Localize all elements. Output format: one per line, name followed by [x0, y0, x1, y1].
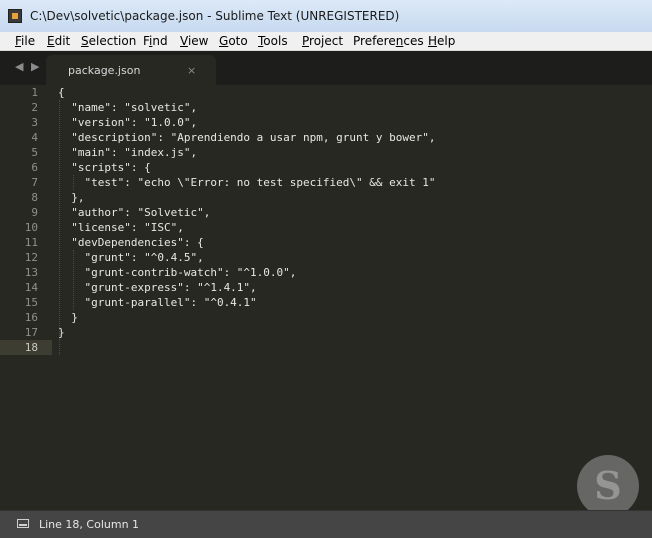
menu-view[interactable]: View — [180, 32, 208, 50]
line-number: 12 — [24, 251, 38, 264]
cursor-position-status: Line 18, Column 1 — [39, 518, 140, 531]
tab-bar: ◀ ▶ package.json × — [0, 51, 652, 85]
code-line: "grunt": "^0.4.5", — [58, 251, 204, 264]
line-number: 7 — [31, 176, 38, 189]
tab-package-json[interactable]: package.json × — [46, 55, 216, 85]
solvetic-logo-letter: S — [594, 463, 622, 508]
tab-nav-right-icon[interactable]: ▶ — [31, 60, 39, 73]
title-bar: C:\Dev\solvetic\package.json - Sublime T… — [0, 0, 652, 33]
line-number: 13 — [24, 266, 38, 279]
menu-preferences[interactable]: Preferences — [353, 32, 424, 50]
indent-guide — [59, 340, 60, 355]
code-line: "devDependencies": { — [58, 236, 204, 249]
line-number: 15 — [24, 296, 38, 309]
code-line: } — [58, 326, 65, 339]
line-number: 5 — [31, 146, 38, 159]
line-number-gutter: 1 2 3 4 5 6 7 8 9 10 11 12 13 14 15 16 1… — [0, 85, 52, 510]
line-number-current: 18 — [24, 341, 38, 354]
line-number: 1 — [31, 86, 38, 99]
window-title: C:\Dev\solvetic\package.json - Sublime T… — [30, 9, 400, 23]
code-line: "grunt-express": "^1.4.1", — [58, 281, 257, 294]
code-line: "description": "Aprendiendo a usar npm, … — [58, 131, 436, 144]
menu-file[interactable]: File — [15, 32, 35, 50]
code-line: } — [58, 311, 78, 324]
menu-bar: File Edit Selection Find View Goto Tools… — [0, 32, 652, 51]
code-line: "version": "1.0.0", — [58, 116, 198, 129]
tab-close-icon[interactable]: × — [187, 64, 196, 77]
tab-nav-left-icon[interactable]: ◀ — [15, 60, 23, 73]
line-number: 16 — [24, 311, 38, 324]
code-line: "author": "Solvetic", — [58, 206, 211, 219]
code-line: { — [58, 86, 65, 99]
menu-find[interactable]: Find — [143, 32, 168, 50]
sublime-app-icon — [8, 9, 22, 23]
status-bar: Line 18, Column 1 — [0, 510, 652, 538]
code-line: "scripts": { — [58, 161, 151, 174]
line-number: 14 — [24, 281, 38, 294]
line-number: 6 — [31, 161, 38, 174]
console-panel-icon[interactable] — [17, 519, 29, 528]
menu-help[interactable]: Help — [428, 32, 455, 50]
menu-project[interactable]: Project — [302, 32, 343, 50]
code-line: "main": "index.js", — [58, 146, 198, 159]
line-number: 9 — [31, 206, 38, 219]
menu-goto[interactable]: Goto — [219, 32, 248, 50]
code-line: "name": "solvetic", — [58, 101, 198, 114]
line-number: 17 — [24, 326, 38, 339]
menu-edit[interactable]: Edit — [47, 32, 70, 50]
tab-label: package.json — [68, 64, 141, 77]
menu-selection[interactable]: Selection — [81, 32, 136, 50]
code-line: "license": "ISC", — [58, 221, 184, 234]
line-number: 4 — [31, 131, 38, 144]
line-number: 10 — [24, 221, 38, 234]
line-number: 11 — [24, 236, 38, 249]
solvetic-logo-watermark: S — [577, 455, 639, 517]
menu-tools[interactable]: Tools — [258, 32, 288, 50]
code-editor[interactable]: 1 2 3 4 5 6 7 8 9 10 11 12 13 14 15 16 1… — [0, 85, 652, 510]
code-line: }, — [58, 191, 85, 204]
line-number: 8 — [31, 191, 38, 204]
line-number: 3 — [31, 116, 38, 129]
code-line: "grunt-parallel": "^0.4.1" — [58, 296, 257, 309]
line-number: 2 — [31, 101, 38, 114]
code-line: "grunt-contrib-watch": "^1.0.0", — [58, 266, 297, 279]
code-line: "test": "echo \"Error: no test specified… — [58, 176, 436, 189]
